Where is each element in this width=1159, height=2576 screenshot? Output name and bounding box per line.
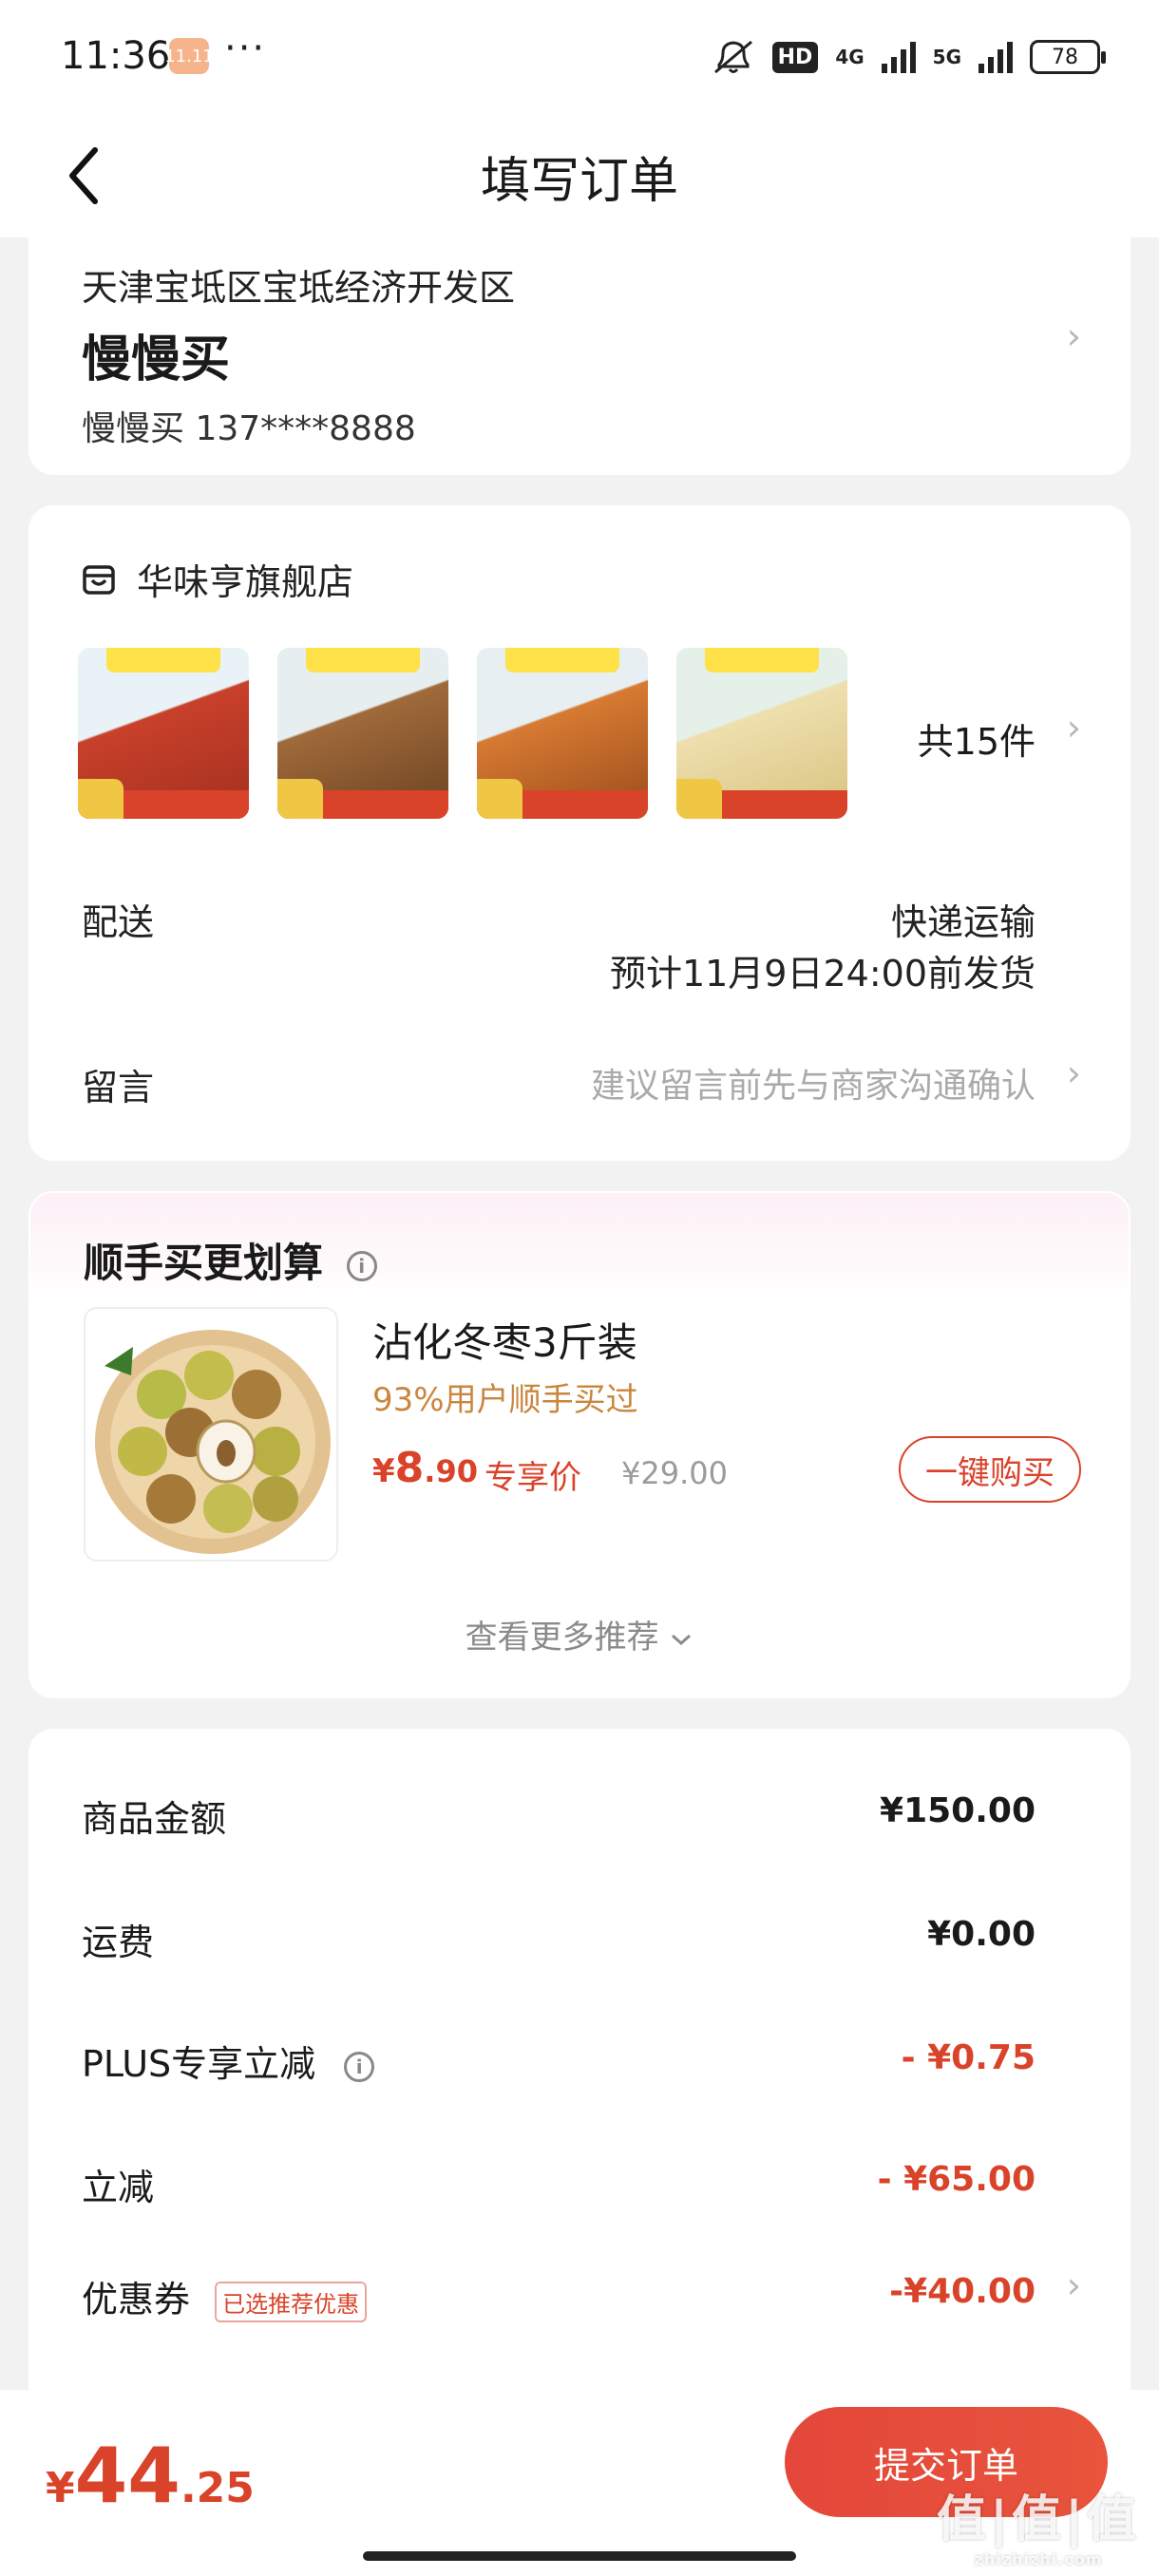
more-notifications-icon: ··· (224, 27, 267, 70)
message-label: 留言 (82, 1067, 155, 1108)
status-indicators: HD 4G 5G 78 (712, 34, 1106, 80)
nav-header: 填写订单 (0, 114, 1159, 237)
signal-icon-1 (881, 41, 916, 73)
summary-label-plus: PLUS专享立减 i (82, 2035, 375, 2087)
recipient-contact: 慢慢买 137****8888 (82, 409, 416, 448)
recipient-name: 慢慢买 (82, 331, 231, 388)
recommend-price: ¥8.90 (372, 1444, 478, 1492)
network-4g-label: 4G (835, 46, 864, 68)
chevron-right-icon: › (1066, 1052, 1081, 1094)
delivery-eta: 预计11月9日24:00前发货 (609, 953, 1036, 994)
home-indicator[interactable] (363, 2551, 796, 2561)
jujube-image[interactable] (84, 1307, 338, 1562)
summary-value-shipping: ¥0.00 (927, 1915, 1036, 1954)
info-icon[interactable]: i (344, 2051, 375, 2082)
see-more-recommendations[interactable]: 查看更多推荐 (30, 1611, 1129, 1657)
watermark: 值|值|值 zhizhizhi.com (937, 2491, 1140, 2568)
signal-icon-2 (978, 41, 1013, 73)
summary-label-discount: 立减 (82, 2167, 155, 2208)
delivery-method[interactable]: 快递运输 (891, 893, 1036, 945)
chevron-right-icon: › (1066, 707, 1081, 748)
recommend-product-name[interactable]: 沾化冬枣3斤装 (372, 1311, 637, 1369)
address-card[interactable]: 天津宝坻区宝坻经济开发区 慢慢买 慢慢买 137****8888 › (28, 237, 1130, 475)
recommend-title: 顺手买更划算 i (84, 1231, 377, 1289)
recommend-card: 顺手买更划算 i 沾化冬枣3斤装 93%用户顺手买过 ¥8.90 专享价 ¥29… (28, 1191, 1130, 1698)
summary-label-goods: 商品金额 (82, 1798, 227, 1840)
summary-label-shipping: 运费 (82, 1922, 155, 1963)
total-price: ¥44.25 (46, 2432, 255, 2520)
network-5g-label: 5G (932, 46, 961, 68)
chevron-right-icon: › (1066, 2264, 1081, 2306)
chevron-right-icon: › (1066, 315, 1081, 357)
summary-label-coupon[interactable]: 优惠券 已选推荐优惠 (82, 2270, 368, 2322)
page-title: 填写订单 (480, 153, 678, 210)
delivery-label: 配送 (82, 901, 155, 943)
coupon-tag: 已选推荐优惠 (215, 2282, 368, 2322)
bottom-bar: ¥44.25 提交订单 值|值|值 zhizhizhi.com (0, 2390, 1159, 2576)
recommend-subtitle: 93%用户顺手买过 (372, 1381, 638, 1419)
price-summary-card: 商品金额 ¥150.00 运费 ¥0.00 PLUS专享立减 i - ¥0.75… (28, 1729, 1130, 2451)
jujube-picture (95, 1330, 331, 1554)
exclusive-price-label: 专享价 (484, 1459, 581, 1497)
shop-name: 华味亨旗舰店 (137, 561, 354, 603)
hd-voice-icon: HD (771, 41, 819, 73)
summary-value-discount: - ¥65.00 (877, 2160, 1036, 2199)
product-thumb-1[interactable] (78, 648, 249, 819)
summary-value-goods: ¥150.00 (880, 1791, 1036, 1830)
app-notification-icon: 11.11 (164, 38, 214, 74)
summary-value-coupon[interactable]: -¥40.00 (889, 2272, 1036, 2311)
shop-header[interactable]: 华味亨旗舰店 (82, 553, 353, 605)
product-thumb-4[interactable] (676, 648, 847, 819)
message-input[interactable]: 建议留言前先与商家沟通确认 (591, 1058, 1036, 1108)
address-region: 天津宝坻区宝坻经济开发区 (82, 267, 516, 309)
one-click-buy-button[interactable]: 一键购买 (899, 1436, 1081, 1503)
store-icon (83, 564, 115, 595)
battery-icon: 78 (1030, 40, 1106, 74)
shop-card: 华味亨旗舰店 共15件 › 配送 快递运输 预计11月9日24:00前发货 留言… (28, 505, 1130, 1161)
mute-icon (713, 40, 752, 74)
info-icon[interactable]: i (346, 1250, 377, 1281)
status-time: 11:36 (61, 34, 171, 78)
summary-value-plus: - ¥0.75 (901, 2038, 1036, 2077)
original-price: ¥29.00 (621, 1455, 728, 1491)
chevron-down-icon (672, 1634, 692, 1645)
product-thumb-3[interactable] (477, 648, 648, 819)
product-thumb-2[interactable] (277, 648, 448, 819)
item-count[interactable]: 共15件 (918, 712, 1036, 765)
status-bar: 11:36 11.11 ··· HD 4G 5G 78 (0, 0, 1159, 114)
